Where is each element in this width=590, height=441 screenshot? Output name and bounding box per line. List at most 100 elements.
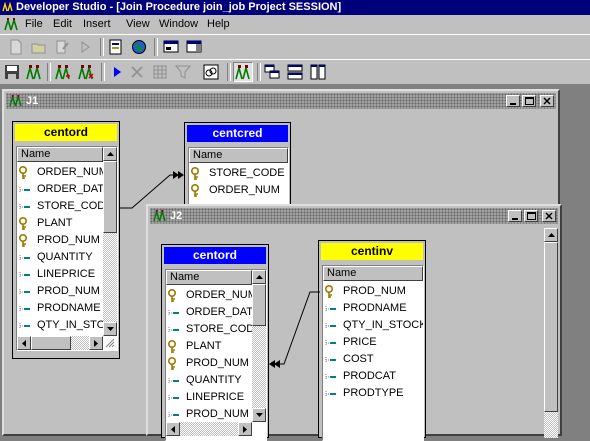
column-header-name[interactable]: Name <box>17 147 103 162</box>
cascade-button[interactable] <box>262 62 282 82</box>
app-title-bar: Developer Studio - [Join Procedure join_… <box>0 0 590 15</box>
tile-horizontal-button[interactable] <box>285 62 305 82</box>
split-window-button[interactable] <box>184 37 204 57</box>
table-box-centinv[interactable]: centinv Name PROD_NUM PRODNAME QTY_IN_STOC… <box>318 240 426 441</box>
tile-vertical-button[interactable] <box>308 62 328 82</box>
scroll-thumb[interactable] <box>544 242 558 412</box>
minimize-button[interactable] <box>508 210 522 222</box>
canvas-vertical-scrollbar[interactable] <box>544 228 558 438</box>
table-title[interactable]: centord <box>15 124 117 141</box>
field-name: PROD_NUM <box>37 285 100 297</box>
edit-icon <box>56 40 69 54</box>
horizontal-scrollbar[interactable] <box>166 422 252 436</box>
arrow-down-icon <box>255 413 263 417</box>
table-title[interactable]: centord <box>164 247 266 264</box>
scroll-left-button[interactable] <box>17 336 31 350</box>
field-name: ORDER_DATE <box>186 306 261 318</box>
field-name: QUANTITY <box>186 374 242 386</box>
menu-help[interactable]: Help <box>207 15 230 34</box>
link-button[interactable] <box>201 62 221 82</box>
window-icon <box>163 40 179 53</box>
run-icon <box>81 41 90 53</box>
key-icon <box>19 217 27 230</box>
menu-window[interactable]: Window <box>159 15 198 34</box>
table-box-centord[interactable]: centord Name ORDER_NUM ORDER_DATE STORE_CO… <box>161 244 269 441</box>
window-title-j2: J2 <box>170 210 183 222</box>
scroll-up-button[interactable] <box>103 147 117 161</box>
delete-button[interactable] <box>127 62 147 82</box>
column-header-name[interactable]: Name <box>189 148 288 163</box>
run-button[interactable] <box>107 62 127 82</box>
open-button[interactable] <box>29 37 49 57</box>
maximize-button[interactable] <box>522 95 536 107</box>
column-header-name[interactable]: Name <box>323 266 423 281</box>
field-name: PLANT <box>37 217 73 229</box>
scroll-right-button[interactable] <box>89 336 103 350</box>
properties-button[interactable] <box>106 37 126 57</box>
arrow-right-icon <box>94 339 98 347</box>
new-window-button[interactable] <box>161 37 181 57</box>
field-icon <box>168 327 179 333</box>
field-icon <box>325 306 336 312</box>
field-name: PROD_NUM <box>37 234 100 246</box>
globe-button[interactable] <box>129 37 149 57</box>
join-button[interactable] <box>24 62 44 82</box>
field-name: PROD_NUM <box>186 408 249 420</box>
scroll-thumb[interactable] <box>103 161 117 233</box>
field-icon <box>325 391 336 397</box>
save-button[interactable] <box>2 62 22 82</box>
field-list: Name ORDER_NUM ORDER_DATE STORE_CODE PLANT P… <box>165 269 267 441</box>
edit-button[interactable] <box>52 37 72 57</box>
key-icon <box>191 184 199 197</box>
join-window-j2[interactable]: J2 centord Name ORDER_NUM ORDER_DATE STORE… <box>146 204 562 441</box>
resize-grip-icon[interactable] <box>103 336 115 348</box>
filter-button[interactable] <box>173 62 193 82</box>
scroll-left-button[interactable] <box>166 422 180 436</box>
key-icon <box>19 234 27 247</box>
scroll-up-button[interactable] <box>252 270 266 284</box>
field-name: STORE_CODE <box>37 200 113 212</box>
field-name: PROD_NUM <box>343 285 406 297</box>
new-button[interactable] <box>6 37 26 57</box>
join-tree-button[interactable] <box>233 62 253 82</box>
menu-edit[interactable]: Edit <box>53 15 72 34</box>
run-button-disabled[interactable] <box>75 37 95 57</box>
table-title[interactable]: centcred <box>187 125 288 142</box>
grid-button[interactable] <box>150 62 170 82</box>
new-icon <box>10 39 22 55</box>
system-menu-icon[interactable] <box>4 18 18 31</box>
minimize-button[interactable] <box>506 95 520 107</box>
scroll-right-button[interactable] <box>238 422 252 436</box>
menu-view[interactable]: View <box>126 15 150 34</box>
horizontal-scrollbar[interactable] <box>17 336 103 350</box>
field-list: Name ORDER_NUM ORDER_DATE STORE_CODE PLANT P… <box>16 146 118 351</box>
close-button[interactable] <box>540 95 554 107</box>
field-icon <box>168 378 179 384</box>
join-edit-button[interactable] <box>76 62 96 82</box>
table-box-centord[interactable]: centord Name ORDER_NUM ORDER_DATE STORE_CO… <box>12 121 120 359</box>
vertical-scrollbar[interactable] <box>252 270 266 422</box>
run-icon <box>114 67 121 77</box>
join-link[interactable] <box>266 286 326 376</box>
close-button[interactable] <box>542 210 556 222</box>
window-caption-j1[interactable]: J1 <box>6 93 556 109</box>
join-add-button[interactable] <box>53 62 73 82</box>
properties-icon <box>109 39 122 55</box>
scroll-up-button[interactable] <box>544 228 558 242</box>
maximize-button[interactable] <box>524 210 538 222</box>
scroll-thumb[interactable] <box>31 336 71 350</box>
scroll-down-button[interactable] <box>103 322 117 336</box>
field-name: STORE_CODE <box>209 167 285 179</box>
cascade-icon <box>264 64 280 79</box>
column-header-name[interactable]: Name <box>166 270 252 285</box>
window-split-icon <box>186 40 202 53</box>
table-title[interactable]: centinv <box>321 243 423 260</box>
field-name: PRODNAME <box>343 302 407 314</box>
scroll-thumb[interactable] <box>252 284 266 326</box>
menu-insert[interactable]: Insert <box>83 15 111 34</box>
window-caption-j2[interactable]: J2 <box>150 208 558 224</box>
vertical-scrollbar[interactable] <box>103 147 117 336</box>
scroll-down-button[interactable] <box>252 408 266 422</box>
menu-file[interactable]: File <box>25 15 43 34</box>
link-icon <box>203 64 219 80</box>
